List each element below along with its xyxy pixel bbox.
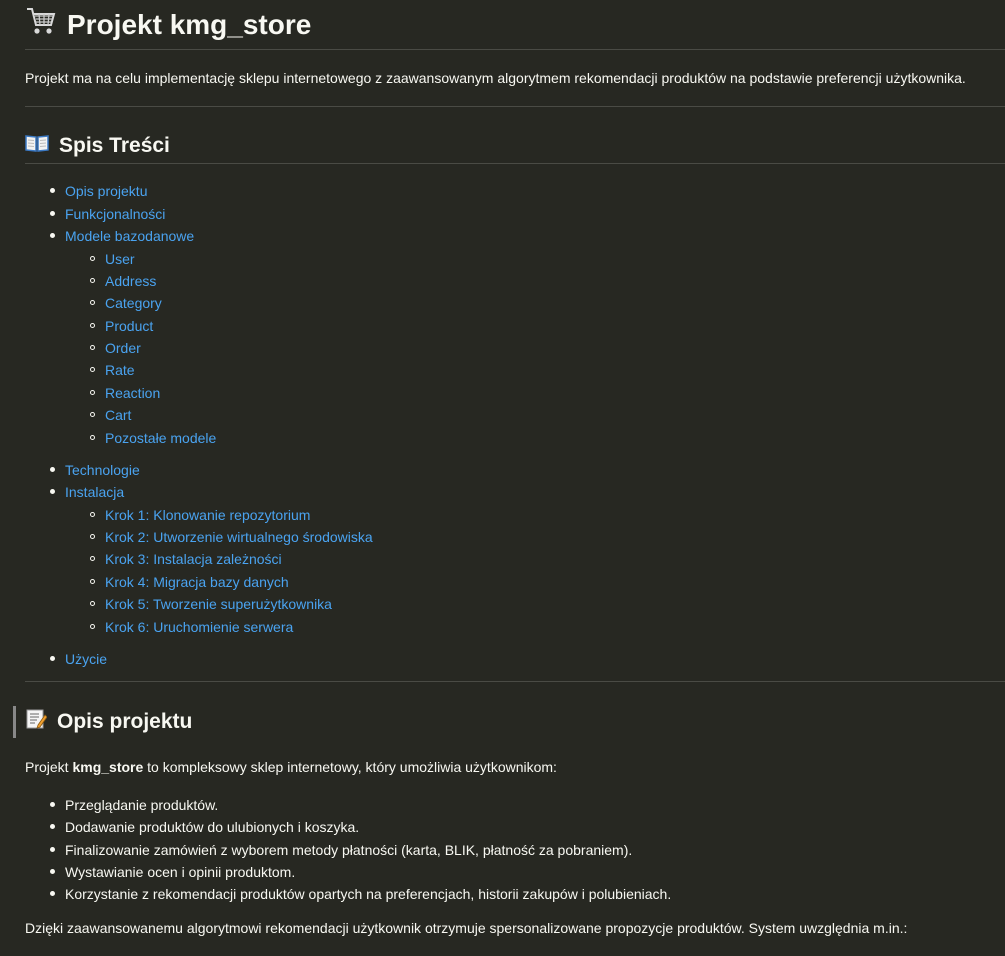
toc-link-krok-6[interactable]: Krok 6: Uruchomienie serwera [105,619,293,635]
opis-lead: Projekt kmg_store to kompleksowy sklep i… [25,759,557,775]
toc-link-user[interactable]: User [105,251,135,267]
divider [25,49,1005,50]
toc-heading: Spis Treści [25,133,170,159]
toc-link-modele[interactable]: Modele bazodanowe [65,228,194,244]
toc-item[interactable]: Opis projektu [50,182,147,200]
page-title-text: Projekt kmg_store [67,8,312,40]
readme-page: Projekt kmg_store Projekt ma na celu imp… [0,0,1005,956]
divider [25,163,1005,164]
toc-item[interactable]: Użycie [50,650,107,668]
toc-subitem[interactable]: Krok 5: Tworzenie superużytkownika [90,595,332,613]
toc-subitem[interactable]: Cart [90,406,131,424]
toc-subitem[interactable]: Krok 6: Uruchomienie serwera [90,618,293,636]
toc-item[interactable]: Technologie [50,461,140,479]
toc-link-cart[interactable]: Cart [105,407,131,423]
toc-subitem[interactable]: Rate [90,361,135,379]
toc-link-technologie[interactable]: Technologie [65,462,140,478]
shopping-cart-icon [25,6,57,43]
toc-link-opis-projektu[interactable]: Opis projektu [65,183,147,199]
toc-heading-text: Spis Treści [59,134,170,157]
toc-item[interactable]: Funkcjonalności [50,205,165,223]
list-item: Korzystanie z rekomendacji produktów opa… [50,885,671,903]
project-name: kmg_store [72,759,144,775]
toc-link-krok-1[interactable]: Krok 1: Klonowanie repozytorium [105,507,310,523]
toc-subitem[interactable]: Address [90,272,156,290]
list-item: Dodawanie produktów do ulubionych i kosz… [50,818,359,836]
memo-icon [25,708,48,736]
toc-link-reaction[interactable]: Reaction [105,385,160,401]
toc-subitem[interactable]: Krok 2: Utworzenie wirtualnego środowisk… [90,528,373,546]
toc-link-krok-2[interactable]: Krok 2: Utworzenie wirtualnego środowisk… [105,529,373,545]
toc-link-address[interactable]: Address [105,273,156,289]
toc-link-category[interactable]: Category [105,295,162,311]
toc-subitem[interactable]: Pozostałe modele [90,429,216,447]
book-icon [25,133,49,159]
toc-subitem[interactable]: User [90,250,135,268]
page-title: Projekt kmg_store [25,6,311,43]
divider [25,106,1005,107]
list-item: Wystawianie ocen i opinii produktom. [50,863,295,881]
toc-link-krok-5[interactable]: Krok 5: Tworzenie superużytkownika [105,596,332,612]
toc-link-krok-4[interactable]: Krok 4: Migracja bazy danych [105,574,289,590]
toc-link-funkcjonalnosci[interactable]: Funkcjonalności [65,206,165,222]
toc-subitem[interactable]: Krok 3: Instalacja zależności [90,550,282,568]
toc-subitem[interactable]: Krok 1: Klonowanie repozytorium [90,506,310,524]
toc-link-order[interactable]: Order [105,340,141,356]
toc-subitem[interactable]: Krok 4: Migracja bazy danych [90,573,289,591]
toc-subitem[interactable]: Order [90,339,141,357]
divider [25,681,1005,682]
toc-item[interactable]: Modele bazodanowe [50,227,194,245]
list-item: Finalizowanie zamówień z wyborem metody … [50,841,632,859]
toc-link-rate[interactable]: Rate [105,362,135,378]
toc-link-pozostale[interactable]: Pozostałe modele [105,430,216,446]
list-item: Przeglądanie produktów. [50,796,218,814]
toc-subitem[interactable]: Reaction [90,384,160,402]
toc-item[interactable]: Instalacja [50,483,124,501]
toc-subitem[interactable]: Category [90,294,162,312]
opis-heading: Opis projektu [25,708,192,736]
toc-subitem[interactable]: Product [90,317,153,335]
toc-link-product[interactable]: Product [105,318,153,334]
toc-link-instalacja[interactable]: Instalacja [65,484,124,500]
intro-text: Projekt ma na celu implementację sklepu … [25,70,966,86]
toc-link-uzycie[interactable]: Użycie [65,651,107,667]
opis-closing: Dzięki zaawansowanemu algorytmowi rekome… [25,920,908,936]
section-marker [13,706,16,738]
toc-link-krok-3[interactable]: Krok 3: Instalacja zależności [105,551,282,567]
opis-heading-text: Opis projektu [57,710,193,733]
